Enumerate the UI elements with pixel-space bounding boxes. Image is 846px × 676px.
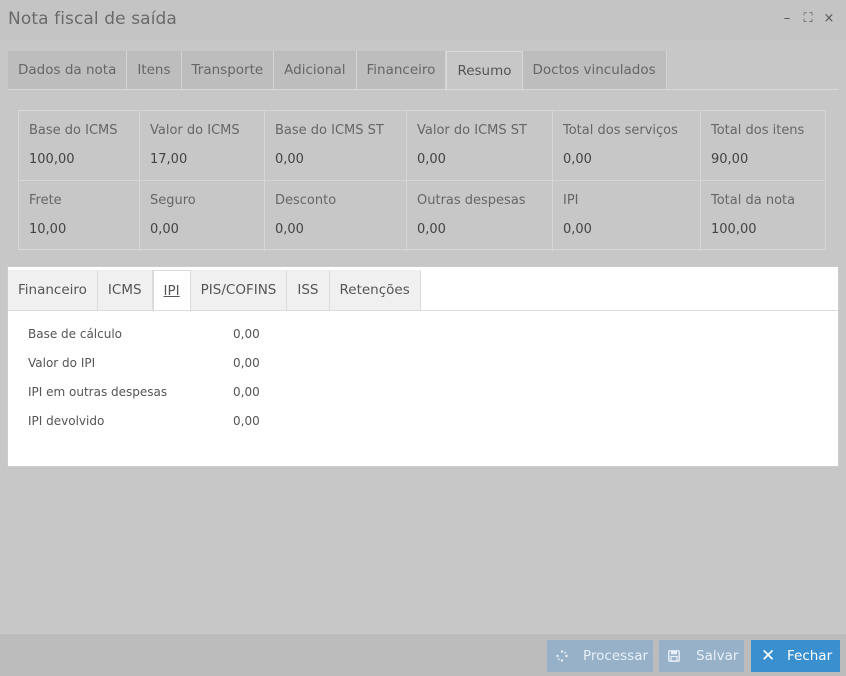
- total-value: 10,00: [29, 222, 67, 237]
- total-value: 100,00: [29, 152, 75, 167]
- tab-resumo[interactable]: Resumo: [446, 51, 523, 91]
- close-icon: ✕: [761, 646, 776, 666]
- title-bar: Nota fiscal de saída – ⛶ ×: [0, 0, 846, 40]
- subtab-ipi[interactable]: IPI: [152, 270, 191, 312]
- total-cell-outras-despesas: Outras despesas 0,00: [407, 181, 553, 251]
- fechar-button[interactable]: ✕ Fechar: [751, 640, 840, 672]
- processar-label: Processar: [583, 648, 649, 664]
- total-cell-base-icms-st: Base do ICMS ST 0,00: [265, 111, 407, 181]
- total-label: Valor do ICMS: [150, 123, 240, 138]
- sub-tab-bar: Financeiro ICMS IPI PIS/COFINS ISS Reten…: [8, 270, 421, 312]
- field-label: Valor do IPI: [28, 356, 96, 370]
- save-icon: [668, 640, 680, 674]
- window-title: Nota fiscal de saída: [8, 9, 177, 29]
- total-value: 90,00: [711, 152, 749, 167]
- total-label: Outras despesas: [417, 193, 526, 208]
- footer-bar: Processar Salvar ✕ Fechar: [0, 634, 846, 676]
- total-cell-seguro: Seguro 0,00: [140, 181, 265, 251]
- total-cell-ipi: IPI 0,00: [553, 181, 701, 251]
- fechar-label: Fechar: [787, 648, 833, 664]
- sub-tab-divider: [8, 310, 838, 311]
- total-value: 0,00: [417, 222, 446, 237]
- close-window-icon[interactable]: ×: [822, 11, 836, 27]
- field-label: Base de cálculo: [28, 327, 123, 341]
- tab-adicional[interactable]: Adicional: [274, 51, 357, 90]
- total-cell-total-itens: Total dos itens 90,00: [701, 111, 825, 181]
- subtab-retencoes[interactable]: Retenções: [329, 270, 421, 311]
- total-value: 0,00: [563, 152, 592, 167]
- total-value: 0,00: [150, 222, 179, 237]
- field-value: 0,00: [233, 385, 260, 399]
- spinner-icon: [556, 640, 568, 674]
- tab-dados-da-nota[interactable]: Dados da nota: [8, 51, 128, 90]
- salvar-button[interactable]: Salvar: [659, 640, 744, 672]
- field-label: IPI devolvido: [28, 414, 105, 428]
- total-label: Total da nota: [711, 193, 796, 208]
- subtab-financeiro[interactable]: Financeiro: [8, 270, 98, 311]
- total-value: 100,00: [711, 222, 757, 237]
- totals-grid: Base do ICMS 100,00 Valor do ICMS 17,00 …: [18, 110, 826, 251]
- field-value: 0,00: [233, 356, 260, 370]
- total-label: Base do ICMS: [29, 123, 118, 138]
- total-cell-valor-icms: Valor do ICMS 17,00: [140, 111, 265, 181]
- total-label: IPI: [563, 193, 579, 208]
- salvar-label: Salvar: [696, 648, 739, 664]
- total-value: 0,00: [563, 222, 592, 237]
- main-tab-bar: Dados da nota Itens Transporte Adicional…: [8, 51, 667, 91]
- total-value: 0,00: [275, 152, 304, 167]
- maximize-icon[interactable]: ⛶: [801, 11, 815, 27]
- total-label: Frete: [29, 193, 62, 208]
- total-label: Seguro: [150, 193, 196, 208]
- total-cell-total-nota: Total da nota 100,00: [701, 181, 825, 251]
- field-label: IPI em outras despesas: [28, 385, 168, 399]
- total-cell-valor-icms-st: Valor do ICMS ST 0,00: [407, 111, 553, 181]
- total-label: Base do ICMS ST: [275, 123, 384, 138]
- tab-financeiro[interactable]: Financeiro: [356, 51, 447, 90]
- total-cell-frete: Frete 10,00: [19, 181, 140, 251]
- tab-itens[interactable]: Itens: [127, 51, 182, 90]
- tab-divider: [8, 89, 838, 90]
- tab-transporte[interactable]: Transporte: [181, 51, 275, 90]
- total-label: Total dos itens: [711, 123, 805, 138]
- subtab-icms[interactable]: ICMS: [97, 270, 153, 311]
- processar-button[interactable]: Processar: [547, 640, 653, 672]
- total-cell-total-servicos: Total dos serviços 0,00: [553, 111, 701, 181]
- total-label: Total dos serviços: [563, 123, 678, 138]
- tab-doctos-vinculados[interactable]: Doctos vinculados: [522, 51, 667, 90]
- total-label: Valor do ICMS ST: [417, 123, 527, 138]
- total-value: 0,00: [275, 222, 304, 237]
- field-value: 0,00: [233, 414, 260, 428]
- subtab-iss[interactable]: ISS: [287, 270, 330, 311]
- minimize-icon[interactable]: –: [780, 11, 794, 27]
- tax-detail-panel: Financeiro ICMS IPI PIS/COFINS ISS Reten…: [7, 266, 839, 467]
- total-value: 17,00: [150, 152, 188, 167]
- total-cell-base-icms: Base do ICMS 100,00: [19, 111, 140, 181]
- total-cell-desconto: Desconto 0,00: [265, 181, 407, 251]
- field-value: 0,00: [233, 327, 260, 341]
- subtab-pis-cofins[interactable]: PIS/COFINS: [190, 270, 288, 311]
- total-label: Desconto: [275, 193, 337, 208]
- total-value: 0,00: [417, 152, 446, 167]
